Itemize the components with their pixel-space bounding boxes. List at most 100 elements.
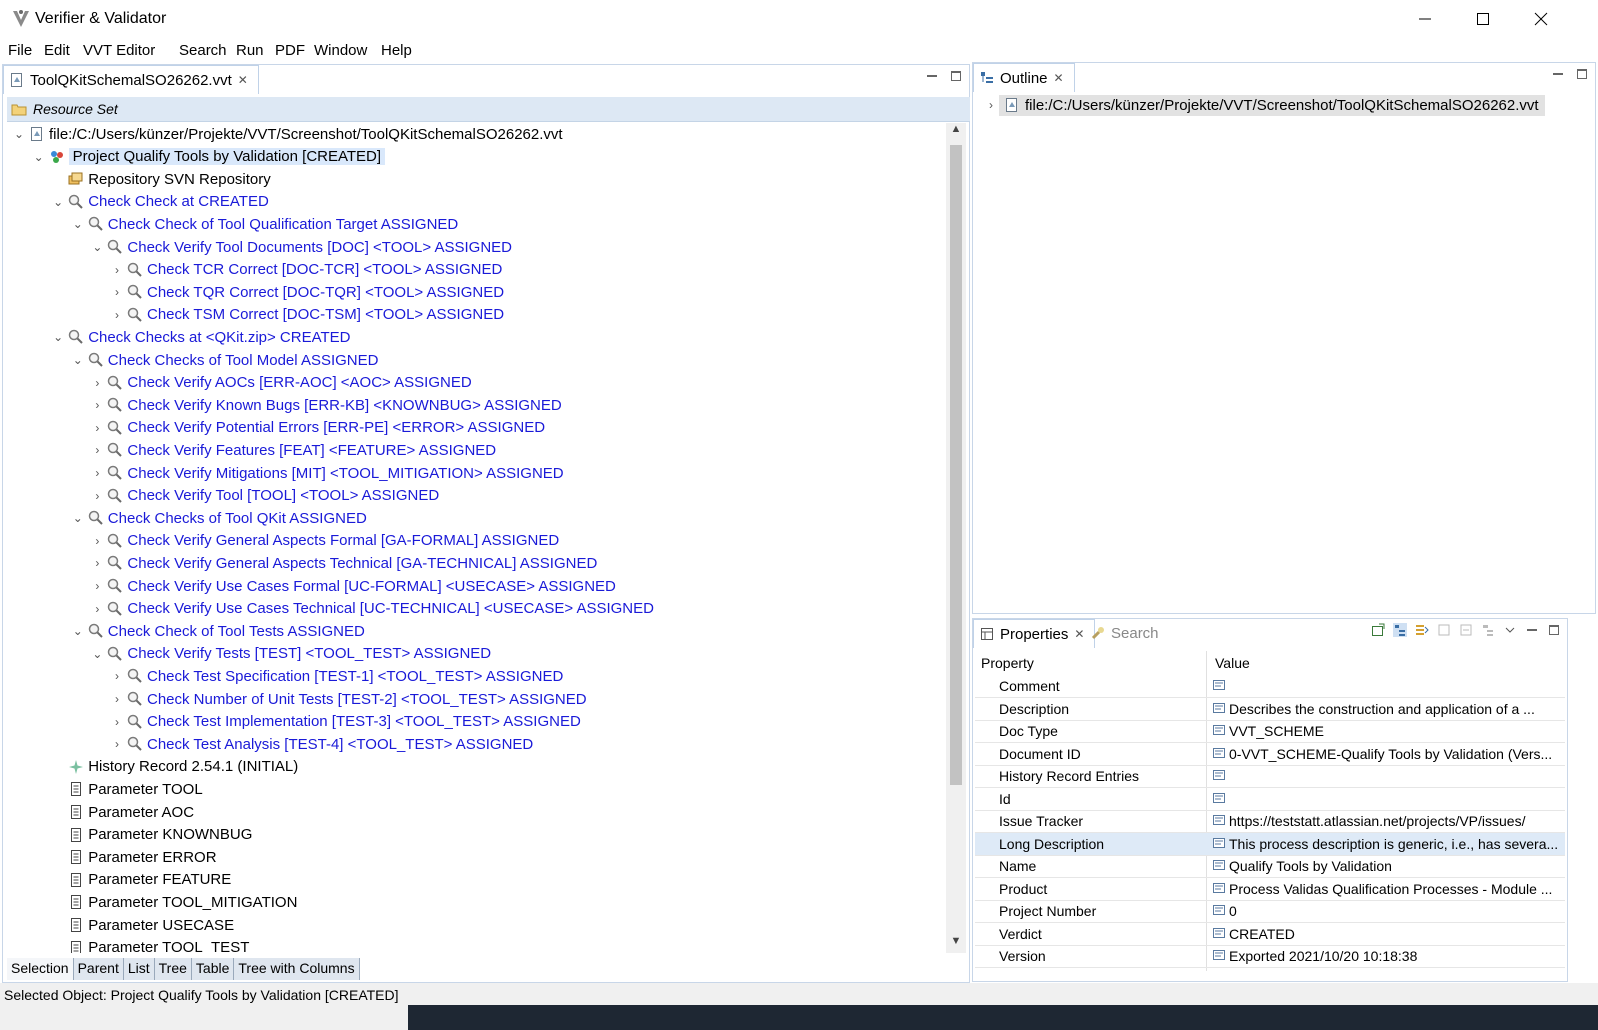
expand-chevron-icon[interactable]: › (89, 394, 105, 416)
property-value[interactable]: Describes the construction and applicati… (1229, 701, 1563, 717)
property-value[interactable]: This process description is generic, i.e… (1229, 836, 1563, 852)
expand-chevron-icon[interactable]: › (89, 530, 105, 552)
tree-row[interactable]: Parameter USECASE (50, 914, 234, 936)
tab-parent[interactable]: Parent (74, 958, 124, 980)
expand-chevron-icon[interactable]: › (109, 688, 125, 710)
property-row[interactable]: Verdict CREATED (975, 923, 1565, 946)
tree-row[interactable]: › Check Test Implementation [TEST-3] <TOO… (109, 711, 581, 733)
property-row[interactable]: Document ID 0-VVT_SCHEME-Qualify Tools by… (975, 743, 1565, 766)
expand-chevron-icon[interactable]: › (109, 281, 125, 303)
tree-row[interactable]: ⌄ Check Checks of Tool Model ASSIGNED (70, 349, 379, 371)
minimize-button[interactable] (1396, 0, 1454, 38)
filter-icon[interactable] (1459, 623, 1473, 637)
property-row[interactable]: History Record Entries (975, 765, 1565, 788)
minimize-outline-icon[interactable] (1551, 67, 1565, 81)
menu-search[interactable]: Search (179, 42, 227, 59)
tree-row[interactable]: › Check Verify Use Cases Technical [UC-TE… (89, 598, 654, 620)
resource-tree[interactable]: ⌄ file:/C:/Users/künzer/Projekte/VVT/Scre… (7, 123, 945, 953)
tree-row[interactable]: ⌄ Check Verify Tool Documents [DOC] <TOOL… (89, 236, 512, 258)
property-row[interactable]: Long Description This process description… (975, 832, 1565, 856)
tree-row[interactable]: › Check TQR Correct [DOC-TQR] <TOOL> ASSI… (109, 281, 504, 303)
expand-chevron-icon[interactable]: › (89, 485, 105, 507)
maximize-properties-icon[interactable] (1547, 623, 1561, 637)
close-outline-icon[interactable]: ✕ (1054, 71, 1064, 85)
minimize-properties-icon[interactable] (1525, 623, 1539, 637)
expand-chevron-icon[interactable]: › (89, 439, 105, 461)
scroll-up-icon[interactable]: ▲ (946, 123, 966, 141)
tree-row[interactable]: › Check Verify Mitigations [MIT] <TOOL_MI… (89, 462, 563, 484)
collapse-chevron-icon[interactable]: ⌄ (70, 620, 86, 642)
tab-table[interactable]: Table (192, 958, 235, 980)
expand-chevron-icon[interactable]: › (109, 733, 125, 755)
expand-chevron-icon[interactable]: › (89, 575, 105, 597)
expand-chevron-icon[interactable]: › (109, 304, 125, 326)
minimize-view-icon[interactable] (925, 69, 939, 83)
collapse-chevron-icon[interactable]: ⌄ (70, 213, 86, 235)
tree-row[interactable]: Parameter TOOL (50, 778, 203, 800)
tree-row[interactable]: › Check Number of Unit Tests [TEST-2] <TO… (109, 688, 587, 710)
tab-tree[interactable]: Tree (155, 958, 192, 980)
property-value[interactable]: https://teststatt.atlassian.net/projects… (1229, 813, 1563, 829)
expand-chevron-icon[interactable]: › (983, 94, 999, 116)
collapse-all-icon[interactable] (1481, 623, 1495, 637)
expand-chevron-icon[interactable]: › (89, 462, 105, 484)
tree-row[interactable]: Parameter FEATURE (50, 869, 231, 891)
tab-selection[interactable]: Selection (7, 958, 74, 980)
restore-default-icon[interactable] (1437, 623, 1451, 637)
show-advanced-icon[interactable] (1415, 623, 1429, 637)
property-value[interactable]: Qualify Tools by Validation (1229, 858, 1563, 874)
tree-row[interactable]: Parameter ERROR (50, 846, 217, 868)
property-row[interactable]: Description Describes the construction an… (975, 698, 1565, 721)
outline-tree-row[interactable]: › file:/C:/Users/künzer/Projekte/VVT/Scr… (983, 93, 1545, 117)
collapse-chevron-icon[interactable]: ⌄ (70, 507, 86, 529)
property-value[interactable]: VVT_SCHEME (1229, 723, 1563, 739)
tree-row[interactable]: Parameter TOOL_MITIGATION (50, 891, 297, 913)
menu-window[interactable]: Window (314, 42, 367, 59)
property-value[interactable]: CREATED (1229, 926, 1563, 942)
property-row[interactable]: Id (975, 788, 1565, 811)
collapse-chevron-icon[interactable]: ⌄ (31, 146, 47, 168)
menu-edit[interactable]: Edit (44, 42, 70, 59)
expand-chevron-icon[interactable]: › (109, 665, 125, 687)
show-categories-icon[interactable] (1393, 623, 1407, 637)
property-value[interactable]: 0 (1229, 903, 1563, 919)
property-row[interactable]: Project Number 0 (975, 900, 1565, 923)
tree-row[interactable]: › Check Verify General Aspects Formal [GA… (89, 530, 559, 552)
property-row[interactable]: Product Process Validas Qualification Pro… (975, 878, 1565, 901)
tree-row[interactable]: › Check Verify General Aspects Technical … (89, 552, 597, 574)
scroll-down-icon[interactable]: ▼ (946, 935, 966, 953)
property-value[interactable]: Process Validas Qualification Processes … (1229, 881, 1563, 897)
property-value[interactable]: 0-VVT_SCHEME-Qualify Tools by Validation… (1229, 746, 1563, 762)
tree-row[interactable]: › Check Verify Tool [TOOL] <TOOL> ASSIGNE… (89, 485, 439, 507)
collapse-chevron-icon[interactable]: ⌄ (11, 123, 27, 145)
close-button[interactable] (1512, 0, 1570, 38)
tree-row[interactable]: › Check TSM Correct [DOC-TSM] <TOOL> ASSI… (109, 304, 504, 326)
property-row[interactable]: Comment (975, 675, 1565, 698)
tree-row[interactable]: Repository SVN Repository (50, 168, 271, 190)
tree-row[interactable]: › Check Verify Use Cases Formal [UC-FORMA… (89, 575, 615, 597)
expand-chevron-icon[interactable]: › (89, 598, 105, 620)
tree-row[interactable]: Parameter TOOL_TEST (50, 937, 249, 953)
tab-tree-with-columns[interactable]: Tree with Columns (234, 958, 360, 980)
property-row[interactable]: Doc Type VVT_SCHEME (975, 720, 1565, 743)
vertical-scrollbar[interactable]: ▲ ▼ (946, 123, 966, 953)
tree-row[interactable]: ⌄ Check Checks of Tool QKit ASSIGNED (70, 507, 367, 529)
tree-row[interactable]: ⌄ Check Verify Tests [TEST] <TOOL_TEST> A… (89, 643, 491, 665)
menu-help[interactable]: Help (381, 42, 412, 59)
collapse-chevron-icon[interactable]: ⌄ (70, 349, 86, 371)
maximize-button[interactable] (1454, 0, 1512, 38)
column-header-property[interactable]: Property (981, 655, 1034, 671)
tree-row[interactable]: Parameter KNOWNBUG (50, 824, 252, 846)
tree-row[interactable]: › Check TCR Correct [DOC-TCR] <TOOL> ASSI… (109, 259, 502, 281)
tree-row[interactable]: ⌄ file:/C:/Users/künzer/Projekte/VVT/Scre… (11, 123, 563, 145)
tree-row[interactable]: › Check Test Analysis [TEST-4] <TOOL_TEST… (109, 733, 533, 755)
pin-to-selection-icon[interactable] (1371, 623, 1385, 637)
collapse-chevron-icon[interactable]: ⌄ (50, 191, 66, 213)
tree-row[interactable]: › Check Verify Potential Errors [ERR-PE] … (89, 417, 545, 439)
collapse-chevron-icon[interactable]: ⌄ (50, 326, 66, 348)
tab-list[interactable]: List (124, 958, 155, 980)
tree-row[interactable]: ⌄ Check Checks at <QKit.zip> CREATED (50, 326, 350, 348)
tree-row[interactable]: Parameter AOC (50, 801, 194, 823)
scroll-thumb[interactable] (950, 145, 962, 785)
expand-chevron-icon[interactable]: › (89, 372, 105, 394)
